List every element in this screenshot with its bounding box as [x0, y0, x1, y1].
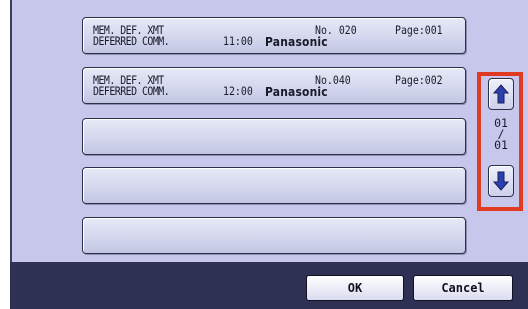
job-page: Page:002 — [395, 73, 443, 87]
job-time: 11:00 — [223, 34, 253, 48]
job-mode: DEFERRED COMM. — [93, 84, 170, 98]
scroll-down-button[interactable] — [488, 165, 514, 197]
job-mode: DEFERRED COMM. — [93, 34, 170, 48]
job-row-2[interactable]: MEM. DEF. XMT No.040 Page:002 DEFERRED C… — [82, 67, 466, 104]
job-row-empty[interactable] — [82, 167, 466, 204]
scroll-up-button[interactable] — [488, 78, 514, 110]
page-total: 01 — [494, 138, 508, 152]
fax-job-screen: MEM. DEF. XMT No. 020 Page:001 DEFERRED … — [0, 0, 528, 309]
job-page: Page:001 — [395, 23, 443, 37]
ok-button[interactable]: OK — [306, 275, 404, 301]
job-company: Panasonic — [265, 84, 328, 99]
job-row-empty[interactable] — [82, 217, 466, 254]
job-row-empty[interactable] — [82, 118, 466, 155]
job-row-1[interactable]: MEM. DEF. XMT No. 020 Page:001 DEFERRED … — [82, 17, 466, 54]
job-time: 12:00 — [223, 84, 253, 98]
arrow-up-icon — [493, 84, 509, 104]
arrow-down-icon — [493, 171, 509, 191]
cancel-button[interactable]: Cancel — [413, 275, 513, 301]
job-company: Panasonic — [265, 34, 328, 49]
page-indicator: 01 / 01 — [487, 117, 515, 152]
